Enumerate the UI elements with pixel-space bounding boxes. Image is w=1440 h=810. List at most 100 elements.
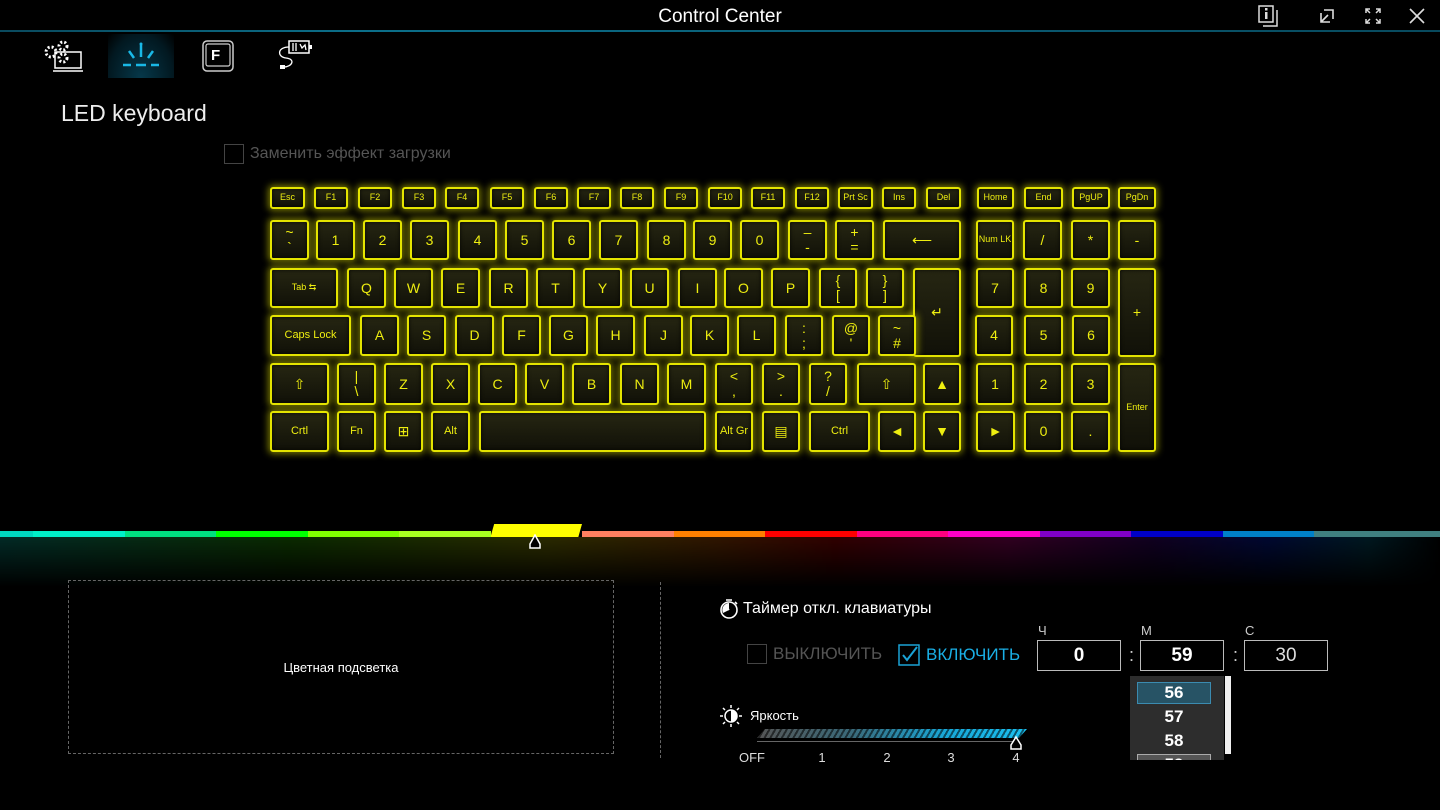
key-alt[interactable]: Alt xyxy=(431,411,470,452)
key-f8[interactable]: F8 xyxy=(620,187,654,209)
key-|-\[interactable]: | \ xyxy=(337,363,376,405)
key-o[interactable]: O xyxy=(724,268,763,308)
key-prt-sc[interactable]: Prt Sc xyxy=(838,187,873,209)
key-v[interactable]: V xyxy=(525,363,564,405)
tab-power[interactable] xyxy=(261,34,327,78)
timer-off-checkbox[interactable]: ВЫКЛЮЧИТЬ xyxy=(747,644,882,664)
brightness-track[interactable] xyxy=(757,741,1019,742)
key-4[interactable]: 4 xyxy=(975,315,1013,356)
key-f1[interactable]: F1 xyxy=(314,187,348,209)
key-g[interactable]: G xyxy=(549,315,588,356)
key-pgdn[interactable]: PgDn xyxy=(1118,187,1156,209)
key-s[interactable]: S xyxy=(407,315,446,356)
key-j[interactable]: J xyxy=(644,315,683,356)
key-8[interactable]: 8 xyxy=(1024,268,1063,308)
key-~-#[interactable]: ~ # xyxy=(878,315,916,356)
key-{-[[interactable]: { [ xyxy=(819,268,857,308)
key-f3[interactable]: F3 xyxy=(402,187,436,209)
key-2[interactable]: 2 xyxy=(363,220,402,260)
replace-boot-effect-checkbox[interactable]: Заменить эффект загрузки xyxy=(224,144,451,164)
key-u[interactable]: U xyxy=(630,268,669,308)
key-3[interactable]: 3 xyxy=(410,220,449,260)
seconds-input[interactable]: 30 xyxy=(1244,640,1328,671)
close-button[interactable] xyxy=(1399,2,1435,30)
key-3[interactable]: 3 xyxy=(1071,363,1110,405)
key-y[interactable]: Y xyxy=(583,268,622,308)
key-d[interactable]: D xyxy=(455,315,494,356)
key-r[interactable]: R xyxy=(489,268,528,308)
key-⊞[interactable]: ⊞ xyxy=(384,411,423,452)
info-button[interactable] xyxy=(1250,2,1286,30)
key-c[interactable]: C xyxy=(478,363,517,405)
key-8[interactable]: 8 xyxy=(647,220,686,260)
tab-function-keys[interactable]: F xyxy=(185,34,251,78)
key-caps-lock[interactable]: Caps Lock xyxy=(270,315,351,356)
key-▤[interactable]: ▤ xyxy=(762,411,800,452)
key-w[interactable]: W xyxy=(394,268,433,308)
key-▲[interactable]: ▲ xyxy=(923,363,961,405)
key-enter[interactable]: Enter xyxy=(1118,363,1156,452)
key-7[interactable]: 7 xyxy=(976,268,1014,308)
brightness-slider-thumb[interactable] xyxy=(1010,736,1023,750)
key-space[interactable] xyxy=(479,411,706,452)
key-end[interactable]: End xyxy=(1024,187,1063,209)
key-e[interactable]: E xyxy=(441,268,480,308)
key-f12[interactable]: F12 xyxy=(795,187,829,209)
key-f6[interactable]: F6 xyxy=(534,187,568,209)
key-f11[interactable]: F11 xyxy=(751,187,785,209)
key-f2[interactable]: F2 xyxy=(358,187,392,209)
key-f[interactable]: F xyxy=(502,315,541,356)
key-–--[interactable]: – - xyxy=(788,220,827,260)
key-1[interactable]: 1 xyxy=(976,363,1014,405)
key-/[interactable]: / xyxy=(1023,220,1062,260)
color-backlight-panel[interactable]: Цветная подсветка xyxy=(68,580,614,754)
key-7[interactable]: 7 xyxy=(599,220,638,260)
timer-on-checkbox[interactable]: ВКЛЮЧИТЬ xyxy=(898,644,1020,666)
key-q[interactable]: Q xyxy=(347,268,386,308)
key-m[interactable]: M xyxy=(667,363,706,405)
key-⇧[interactable]: ⇧ xyxy=(270,363,329,405)
key-f5[interactable]: F5 xyxy=(490,187,524,209)
key-⇧[interactable]: ⇧ xyxy=(857,363,916,405)
key-k[interactable]: K xyxy=(690,315,729,356)
key-l[interactable]: L xyxy=(737,315,776,356)
fullscreen-button[interactable] xyxy=(1355,2,1391,30)
key-x[interactable]: X xyxy=(431,363,470,405)
minutes-dropdown[interactable]: 56 57 58 59 xyxy=(1130,676,1224,760)
key-tab-⇆[interactable]: Tab ⇆ xyxy=(270,268,338,308)
hours-input[interactable]: 0 xyxy=(1037,640,1121,671)
key-del[interactable]: Del xyxy=(926,187,961,209)
dropdown-option[interactable]: 56 xyxy=(1137,682,1211,704)
key-pgup[interactable]: PgUP xyxy=(1072,187,1110,209)
dropdown-option[interactable]: 58 xyxy=(1137,730,1211,752)
key-h[interactable]: H xyxy=(596,315,635,356)
palette-slider-thumb[interactable] xyxy=(528,534,542,550)
key-1[interactable]: 1 xyxy=(316,220,355,260)
key-crtl[interactable]: Crtl xyxy=(270,411,329,452)
key-4[interactable]: 4 xyxy=(458,220,497,260)
key-b[interactable]: B xyxy=(572,363,611,405)
key-}-][interactable]: } ] xyxy=(866,268,904,308)
key-◄[interactable]: ◄ xyxy=(878,411,916,452)
key-6[interactable]: 6 xyxy=(552,220,591,260)
key-+-=[interactable]: + = xyxy=(835,220,874,260)
key-<-,[interactable]: < , xyxy=(715,363,753,405)
key-z[interactable]: Z xyxy=(384,363,423,405)
key-p[interactable]: P xyxy=(771,268,810,308)
key-:-;[interactable]: : ; xyxy=(785,315,823,356)
dropdown-option[interactable]: 57 xyxy=(1137,706,1211,728)
key-2[interactable]: 2 xyxy=(1024,363,1063,405)
dropdown-scrollbar[interactable] xyxy=(1225,676,1231,754)
key-f4[interactable]: F4 xyxy=(445,187,479,209)
key-0[interactable]: 0 xyxy=(1024,411,1063,452)
key-ins[interactable]: Ins xyxy=(882,187,916,209)
key--[interactable]: - xyxy=(1118,220,1156,260)
dropdown-option[interactable]: 59 xyxy=(1137,754,1211,760)
key-fn[interactable]: Fn xyxy=(337,411,376,452)
key-esc[interactable]: Esc xyxy=(270,187,305,209)
key-n[interactable]: N xyxy=(620,363,659,405)
tab-led-keyboard[interactable] xyxy=(108,34,174,78)
key-►[interactable]: ► xyxy=(976,411,1015,452)
key-?-/[interactable]: ? / xyxy=(809,363,847,405)
key-▼[interactable]: ▼ xyxy=(923,411,961,452)
